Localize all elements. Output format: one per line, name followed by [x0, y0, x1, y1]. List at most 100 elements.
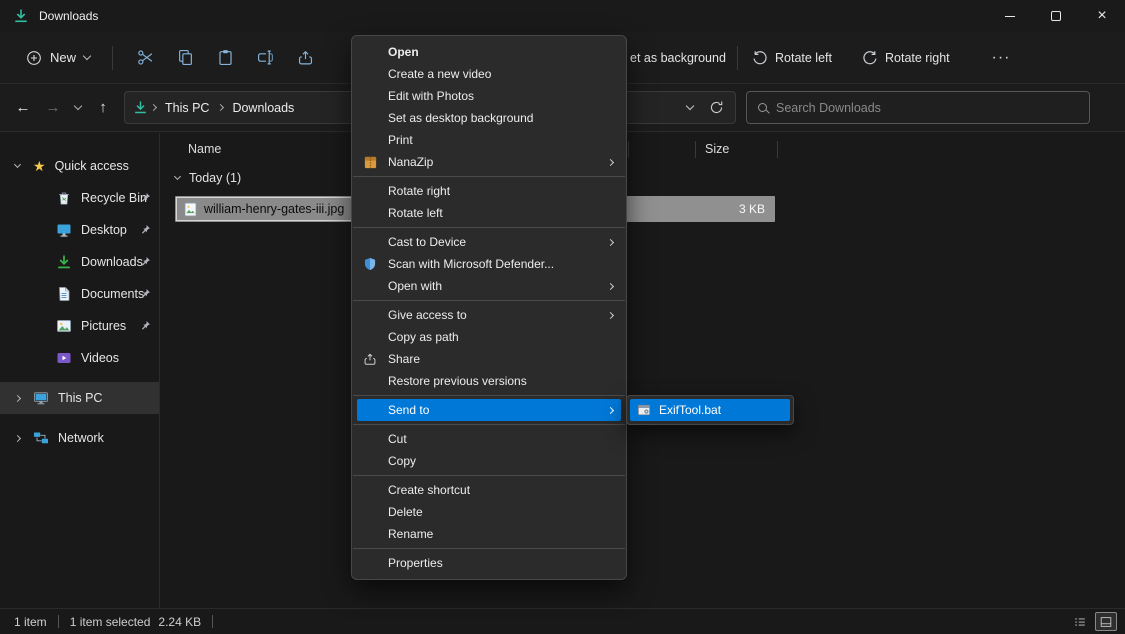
expand-chevron-icon[interactable]: [10, 396, 24, 401]
pin-icon: [140, 192, 151, 206]
sidebar-item-downloads[interactable]: Downloads: [0, 246, 159, 278]
menu-item-nanazip[interactable]: NanaZip: [352, 151, 626, 173]
details-view-button[interactable]: [1069, 612, 1091, 631]
forward-arrow-icon: →: [46, 99, 61, 116]
menu-item-give-access-to[interactable]: Give access to: [352, 304, 626, 326]
cut-button[interactable]: [125, 40, 165, 76]
search-input[interactable]: [776, 101, 1078, 115]
expand-chevron-icon[interactable]: [10, 165, 24, 167]
new-button-label: New: [50, 50, 76, 65]
defender-shield-icon: [361, 255, 379, 273]
group-header-today[interactable]: Today (1): [160, 165, 1125, 191]
menu-item-cut[interactable]: Cut: [352, 428, 626, 450]
breadcrumb-this-pc[interactable]: This PC: [157, 97, 217, 119]
sidebar-item-quick-access[interactable]: ★ Quick access: [0, 150, 159, 182]
more-options-button[interactable]: ···: [984, 32, 1018, 84]
column-header-size[interactable]: Size: [705, 142, 729, 156]
sidebar-item-label: Desktop: [81, 223, 127, 237]
new-button[interactable]: New: [16, 43, 100, 73]
sidebar-item-videos[interactable]: Videos: [0, 342, 159, 374]
set-as-background-button[interactable]: et as background: [630, 32, 726, 84]
menu-item-rotate-left[interactable]: Rotate left: [352, 202, 626, 224]
rename-icon: [257, 49, 274, 66]
menu-item-send-to[interactable]: Send to: [357, 399, 621, 421]
column-divider[interactable]: [777, 141, 778, 158]
maximize-button[interactable]: [1033, 0, 1079, 32]
menu-item-restore-previous-versions[interactable]: Restore previous versions: [352, 370, 626, 392]
menu-item-cast-to-device[interactable]: Cast to Device: [352, 231, 626, 253]
rotate-right-button[interactable]: Rotate right: [862, 32, 950, 84]
menu-item-share[interactable]: Share: [352, 348, 626, 370]
window-title: Downloads: [39, 9, 98, 23]
paste-clipboard-icon: [217, 49, 234, 66]
menu-item-label: Cut: [388, 432, 407, 446]
submenu-item-exiftool-bat[interactable]: ExifTool.bat: [630, 399, 790, 421]
menu-separator: [353, 227, 625, 228]
menu-item-set-as-desktop-background[interactable]: Set as desktop background: [352, 107, 626, 129]
breadcrumb-downloads[interactable]: Downloads: [224, 97, 302, 119]
refresh-button[interactable]: [703, 95, 729, 121]
rename-button[interactable]: [245, 40, 285, 76]
up-button[interactable]: ↑: [88, 93, 118, 123]
sidebar-item-this-pc[interactable]: This PC: [0, 382, 159, 414]
menu-item-rotate-right[interactable]: Rotate right: [352, 180, 626, 202]
column-divider[interactable]: [628, 141, 629, 158]
window-controls: ×: [987, 0, 1125, 32]
group-collapse-chevron-icon[interactable]: [174, 173, 181, 180]
menu-item-delete[interactable]: Delete: [352, 501, 626, 523]
column-header-name[interactable]: Name: [188, 142, 221, 156]
minimize-button[interactable]: [987, 0, 1033, 32]
search-box[interactable]: [746, 91, 1090, 124]
menu-item-create-a-new-video[interactable]: Create a new video: [352, 63, 626, 85]
menu-item-rename[interactable]: Rename: [352, 523, 626, 545]
menu-item-open-with[interactable]: Open with: [352, 275, 626, 297]
expand-chevron-icon[interactable]: [10, 436, 24, 441]
pin-icon: [140, 288, 151, 302]
menu-item-copy-as-path[interactable]: Copy as path: [352, 326, 626, 348]
sidebar-item-network[interactable]: Network: [0, 422, 159, 454]
menu-item-copy[interactable]: Copy: [352, 450, 626, 472]
column-header-row: Name Size: [160, 133, 1125, 165]
menu-item-create-shortcut[interactable]: Create shortcut: [352, 479, 626, 501]
chevron-down-icon: [83, 52, 91, 60]
rotate-left-button[interactable]: Rotate left: [752, 32, 832, 84]
sidebar-item-pictures[interactable]: Pictures: [0, 310, 159, 342]
downloads-folder-icon: [13, 8, 29, 24]
copy-button[interactable]: [165, 40, 205, 76]
pin-icon: [140, 256, 151, 270]
back-button[interactable]: ←: [8, 93, 38, 123]
menu-item-open[interactable]: Open: [352, 41, 626, 63]
sidebar-item-recycle-bin[interactable]: Recycle Bin: [0, 182, 159, 214]
column-divider[interactable]: [695, 141, 696, 158]
menu-item-properties[interactable]: Properties: [352, 552, 626, 574]
submenu-arrow-icon: [608, 160, 613, 165]
forward-button[interactable]: →: [38, 93, 68, 123]
large-icons-view-button[interactable]: [1095, 612, 1117, 631]
menu-item-label: Rotate left: [388, 206, 443, 220]
jpg-file-icon: [183, 202, 198, 217]
recent-locations-button[interactable]: [68, 93, 88, 123]
back-arrow-icon: ←: [16, 99, 31, 116]
nanazip-icon: [361, 153, 379, 171]
menu-item-print[interactable]: Print: [352, 129, 626, 151]
sidebar-item-label: Documents: [81, 287, 144, 301]
file-list-pane: Name Size Today (1) william-henry-gates-…: [160, 133, 1125, 608]
menu-item-label: Create shortcut: [388, 483, 470, 497]
sidebar-item-desktop[interactable]: Desktop: [0, 214, 159, 246]
close-button[interactable]: ×: [1079, 0, 1125, 32]
rotate-right-label: Rotate right: [885, 51, 950, 65]
paste-button[interactable]: [205, 40, 245, 76]
status-divider: [58, 615, 59, 628]
documents-icon: [56, 286, 72, 302]
sidebar-item-label: Videos: [81, 351, 119, 365]
menu-item-edit-with-photos[interactable]: Edit with Photos: [352, 85, 626, 107]
sidebar-item-label: Quick access: [55, 159, 129, 173]
this-pc-icon: [33, 390, 49, 406]
menu-item-scan-with-microsoft-defender[interactable]: Scan with Microsoft Defender...: [352, 253, 626, 275]
group-header-label: Today (1): [189, 171, 241, 185]
menu-item-label: Delete: [388, 505, 423, 519]
sidebar-item-documents[interactable]: Documents: [0, 278, 159, 310]
chevron-down-icon: [686, 102, 694, 110]
address-dropdown-button[interactable]: [677, 95, 703, 121]
share-button[interactable]: [285, 40, 325, 76]
